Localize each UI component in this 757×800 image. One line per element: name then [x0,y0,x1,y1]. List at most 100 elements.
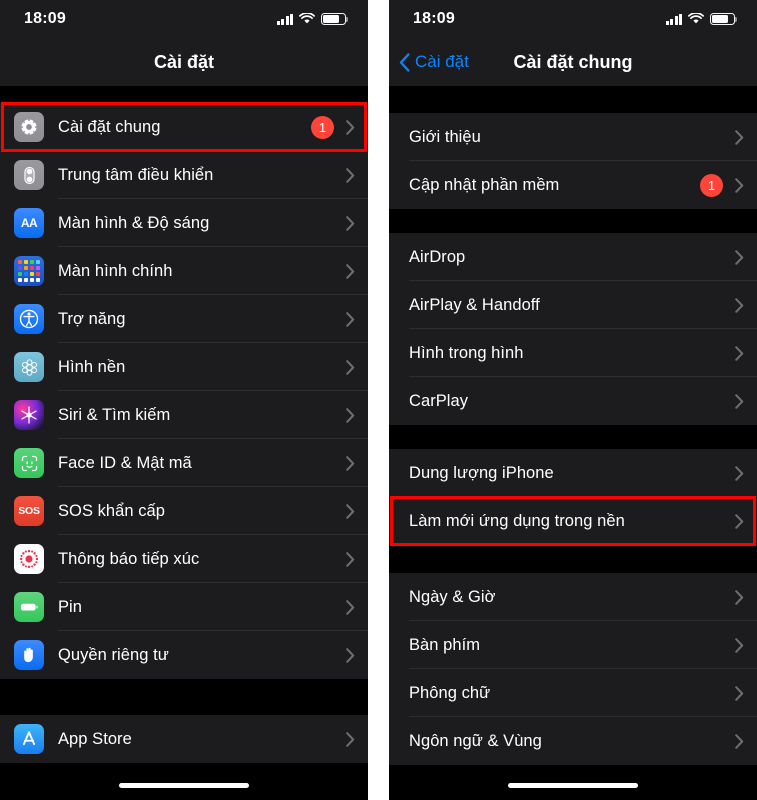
sidebar-item-label: Màn hình chính [58,261,173,280]
chevron-right-icon [735,129,744,145]
sidebar-item-app-store[interactable]: App Store [0,715,368,763]
chevron-right-icon [735,249,744,265]
left-nav-bar: Cài đặt [0,38,368,86]
chevron-right-icon [735,465,744,481]
sidebar-item-label: Quyền riêng tư [58,645,169,664]
chevron-right-icon [346,215,355,231]
chevron-right-icon [735,177,744,193]
cellular-bars-icon [276,13,293,25]
sidebar-item-accessibility[interactable]: Trợ năng [0,295,368,343]
sidebar-item-battery[interactable]: Pin [0,583,368,631]
sidebar-item-faceid-passcode[interactable]: Face ID & Mật mã [0,439,368,487]
sidebar-item-label: Hình nền [58,357,126,376]
settings-item-airplay-handoff[interactable]: AirPlay & Handoff [389,281,757,329]
chevron-right-icon [735,297,744,313]
sidebar-item-label: Thông báo tiếp xúc [58,549,200,568]
status-badge: 1 [700,173,723,197]
chevron-right-icon [346,263,355,279]
wallpaper-icon [14,352,44,382]
chevron-right-icon [735,345,744,361]
cellular-bars-icon [665,13,682,25]
general-group-locale: Ngày & Giờ Bàn phím Phông chữ Ngôn ngữ &… [389,573,757,765]
settings-item-background-app-refresh[interactable]: Làm mới ứng dụng trong nền [389,496,757,546]
settings-item-label: AirPlay & Handoff [409,295,540,314]
panel-gutter [368,0,389,800]
section-gap [389,209,757,233]
settings-item-label: Giới thiệu [409,127,481,146]
section-gap [389,425,757,449]
sidebar-item-exposure-notification[interactable]: Thông báo tiếp xúc [0,535,368,583]
section-gap [0,86,368,103]
status-time: 18:09 [413,10,455,27]
chevron-right-icon [735,637,744,653]
back-button[interactable]: Cài đặt [389,52,469,72]
settings-item-picture-in-picture[interactable]: Hình trong hình [389,329,757,377]
right-settings-list: Giới thiệu Cập nhật phần mềm 1 AirDrop A… [389,86,757,765]
settings-item-label: Làm mới ứng dụng trong nền [409,511,625,530]
gear-icon [14,112,44,142]
settings-item-carplay[interactable]: CarPlay [389,377,757,425]
chevron-right-icon [735,513,744,529]
settings-item-fonts[interactable]: Phông chữ [389,669,757,717]
sidebar-item-label: Trợ năng [58,309,126,328]
chevron-right-icon [346,407,355,423]
settings-item-label: Ngôn ngữ & Vùng [409,731,542,750]
wifi-icon [299,13,315,24]
emergency-sos-icon: SOS [14,496,44,526]
sidebar-item-privacy[interactable]: Quyền riêng tư [0,631,368,679]
app-store-icon [14,724,44,754]
home-indicator [0,783,368,788]
right-status-bar: 18:09 [389,0,757,38]
settings-item-software-update[interactable]: Cập nhật phần mềm 1 [389,161,757,209]
settings-item-language-region[interactable]: Ngôn ngữ & Vùng [389,717,757,765]
chevron-right-icon [346,731,355,747]
settings-group-appstore: App Store [0,715,368,763]
chevron-right-icon [346,359,355,375]
sidebar-item-siri-search[interactable]: Siri & Tìm kiếm [0,391,368,439]
sidebar-item-general[interactable]: Cài đặt chung 1 [0,102,368,152]
siri-icon [14,400,44,430]
sidebar-item-control-center[interactable]: Trung tâm điều khiển [0,151,368,199]
sidebar-item-label: Face ID & Mật mã [58,453,192,472]
battery-icon [710,13,738,25]
display-brightness-icon: AA [14,208,44,238]
chevron-right-icon [346,455,355,471]
settings-item-label: Bàn phím [409,635,481,654]
left-phone-settings-screen: 18:09 Cài đặt Cài đặt chung 1 Trung tâm … [0,0,368,800]
sidebar-item-label: Cài đặt chung [58,117,161,136]
dual-phone-screenshot: 18:09 Cài đặt Cài đặt chung 1 Trung tâm … [0,0,757,800]
sidebar-item-label: Trung tâm điều khiển [58,165,214,184]
sidebar-item-label: Pin [58,597,82,616]
settings-item-date-time[interactable]: Ngày & Giờ [389,573,757,621]
settings-item-label: CarPlay [409,391,469,410]
sidebar-item-label: SOS khẩn cấp [58,501,165,520]
chevron-right-icon [346,503,355,519]
status-badge: 1 [311,115,334,139]
sidebar-item-home-screen[interactable]: Màn hình chính [0,247,368,295]
wifi-icon [688,13,704,24]
chevron-right-icon [346,119,355,135]
settings-item-label: AirDrop [409,247,466,266]
general-group-storage: Dung lượng iPhone Làm mới ứng dụng trong… [389,449,757,546]
settings-item-about[interactable]: Giới thiệu [389,113,757,161]
sidebar-item-display-brightness[interactable]: AA Màn hình & Độ sáng [0,199,368,247]
sidebar-item-label: Màn hình & Độ sáng [58,213,210,232]
settings-item-keyboard[interactable]: Bàn phím [389,621,757,669]
settings-item-airdrop[interactable]: AirDrop [389,233,757,281]
settings-item-iphone-storage[interactable]: Dung lượng iPhone [389,449,757,497]
general-group-about: Giới thiệu Cập nhật phần mềm 1 [389,113,757,209]
sidebar-item-label: App Store [58,729,132,748]
chevron-left-icon [399,52,410,72]
chevron-right-icon [735,393,744,409]
page-title: Cài đặt [153,51,214,72]
control-center-icon [14,160,44,190]
sidebar-item-emergency-sos[interactable]: SOS SOS khẩn cấp [0,487,368,535]
settings-item-label: Phông chữ [409,683,491,702]
right-nav-bar: Cài đặt Cài đặt chung [389,38,757,86]
settings-item-label: Ngày & Giờ [409,587,496,606]
chevron-right-icon [346,311,355,327]
sidebar-item-wallpaper[interactable]: Hình nền [0,343,368,391]
exposure-notification-icon [14,544,44,574]
settings-item-label: Cập nhật phần mềm [409,175,560,194]
chevron-right-icon [346,551,355,567]
